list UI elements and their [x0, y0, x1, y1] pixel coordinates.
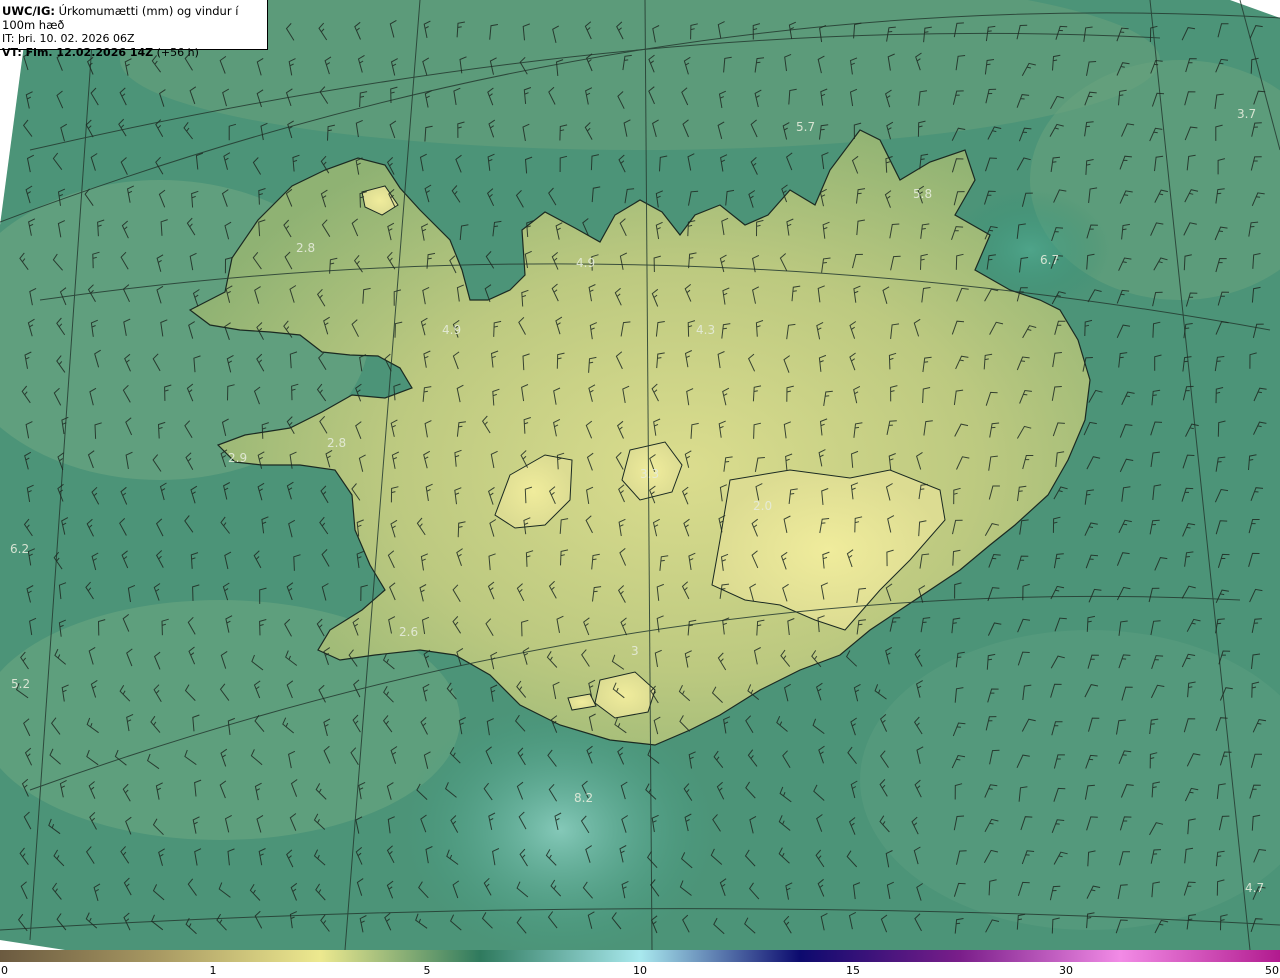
colorbar-tick-label: 15 — [846, 964, 860, 977]
value-label: 4.9 — [442, 323, 461, 337]
value-label: 4.9 — [576, 256, 595, 270]
colorbar-strip — [0, 950, 1280, 962]
value-label: 2.9 — [228, 451, 247, 465]
valid-prefix: VT: — [2, 46, 22, 59]
colorbar-tick-label: 10 — [633, 964, 647, 977]
colorbar: 0 1 5 10 15 30 50 — [0, 950, 1280, 978]
value-label: 4.7 — [1245, 881, 1264, 895]
value-label: 2.8 — [327, 436, 346, 450]
value-label: 6.2 — [10, 542, 29, 556]
value-label: 5.2 — [11, 677, 30, 691]
header-title-line: UWC/IG: Úrkomumætti (mm) og vindur í 100… — [2, 4, 267, 32]
value-label: 3.3 — [640, 467, 659, 481]
value-label: 5.7 — [796, 120, 815, 134]
colorbar-tick-label: 50 — [1265, 964, 1279, 977]
value-label: 3 — [631, 644, 639, 658]
valid-time-line: VT: Fim. 12.02.2026 14Z (+56 h) — [2, 46, 267, 60]
value-label: 6.7 — [1040, 253, 1059, 267]
colorbar-tick-label: 0 — [1, 964, 8, 977]
colorbar-tick-label: 1 — [209, 964, 217, 977]
value-label: 2.6 — [399, 625, 418, 639]
value-label: 2.8 — [296, 241, 315, 255]
colorbar-tick-label: 30 — [1059, 964, 1073, 977]
valid-time: Fim. 12.02.2026 14Z — [21, 46, 154, 59]
value-label: 8.2 — [574, 791, 593, 805]
lead-time: (+56 h) — [153, 46, 199, 59]
value-label: 2.0 — [753, 499, 772, 513]
value-label: 5.8 — [913, 187, 932, 201]
colorbar-tick-label: 5 — [423, 964, 431, 977]
model-name: UWC/IG: — [2, 4, 55, 18]
value-label: 4.3 — [696, 323, 715, 337]
map-header: UWC/IG: Úrkomumætti (mm) og vindur í 100… — [0, 0, 268, 59]
issue-time: IT: þri. 10. 02. 2026 06Z — [2, 32, 135, 45]
value-label: 3.7 — [1237, 107, 1256, 121]
weather-map: 5.7 5.8 3.7 2.8 4.9 4.9 4.3 6.7 2.8 2.9 … — [0, 0, 1280, 950]
